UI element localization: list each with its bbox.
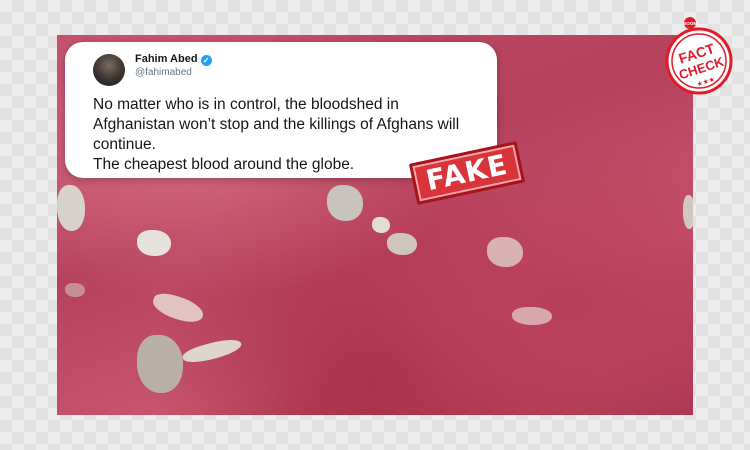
- verified-icon: ✓: [200, 55, 212, 66]
- sack-image-element: [487, 237, 523, 267]
- sack-image-element: [65, 283, 85, 297]
- sack-image-element: [180, 335, 244, 367]
- sack-image-element: [137, 230, 171, 256]
- tweet-card: Fahim Abed ✓ @fahimabed No matter who is …: [65, 42, 497, 178]
- sack-image-element: [57, 185, 85, 231]
- tweet-line: No matter who is in control, the bloodsh…: [93, 96, 399, 113]
- badge-brand: BOOM: [683, 21, 697, 26]
- tweet-line: continue.: [93, 136, 156, 153]
- tweet-author-name: Fahim Abed ✓: [135, 53, 212, 66]
- sack-image-element: [387, 233, 417, 255]
- sack-image-element: [137, 335, 183, 393]
- author-handle: @fahimabed: [135, 67, 192, 78]
- sack-image-element: [683, 195, 693, 229]
- sack-image-element: [512, 307, 552, 325]
- avatar: [93, 54, 125, 86]
- sack-image-element: [372, 217, 390, 233]
- author-display-name: Fahim Abed: [135, 53, 198, 65]
- sack-image-element: [327, 185, 363, 221]
- tweet-line: Afghanistan won’t stop and the killings …: [93, 116, 460, 133]
- sack-image-element: [149, 289, 207, 327]
- fact-check-badge: BOOM FACT CHECK ★★★: [665, 17, 733, 95]
